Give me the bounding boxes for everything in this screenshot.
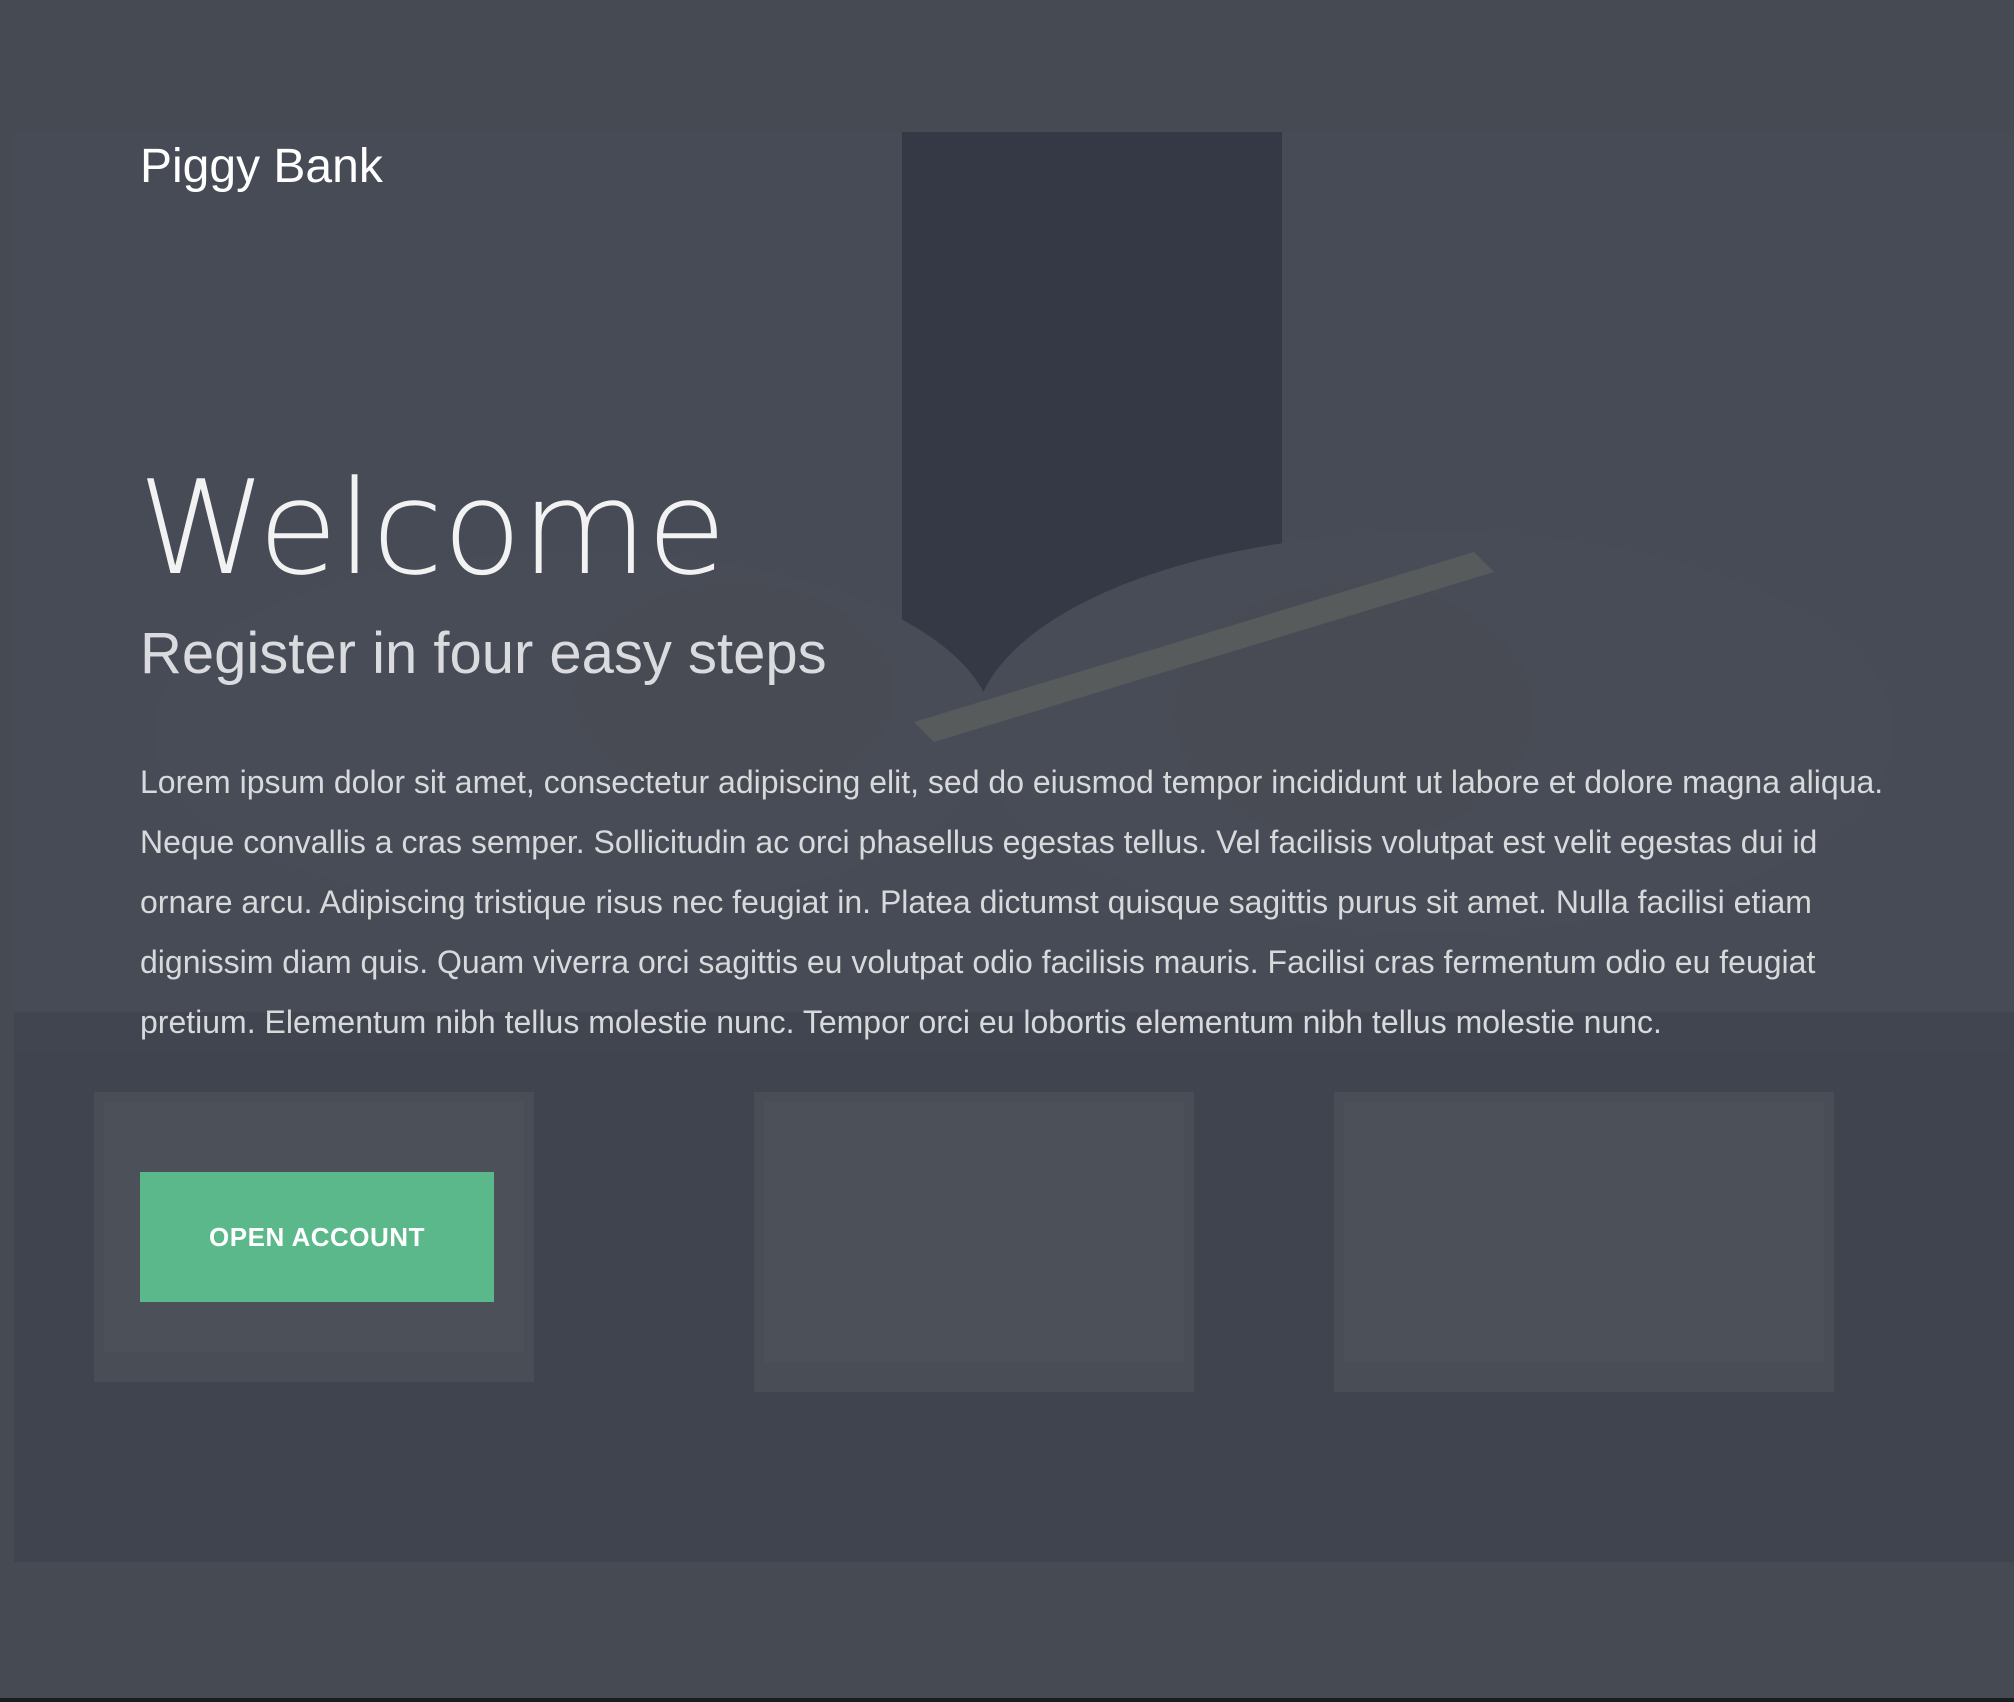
hero-subtitle: Register in four easy steps bbox=[140, 621, 827, 686]
hero-description: Lorem ipsum dolor sit amet, consectetur … bbox=[140, 764, 1884, 1040]
brand-logo[interactable]: Piggy Bank bbox=[140, 136, 383, 198]
page: Piggy Bank Welcome Register in four easy… bbox=[0, 0, 2014, 1702]
hero-section: Piggy Bank Welcome Register in four easy… bbox=[14, 132, 2014, 1562]
open-account-button[interactable]: OPEN ACCOUNT bbox=[140, 1172, 494, 1302]
bottom-divider bbox=[0, 1698, 2014, 1702]
hero-title: Welcome bbox=[138, 452, 727, 604]
